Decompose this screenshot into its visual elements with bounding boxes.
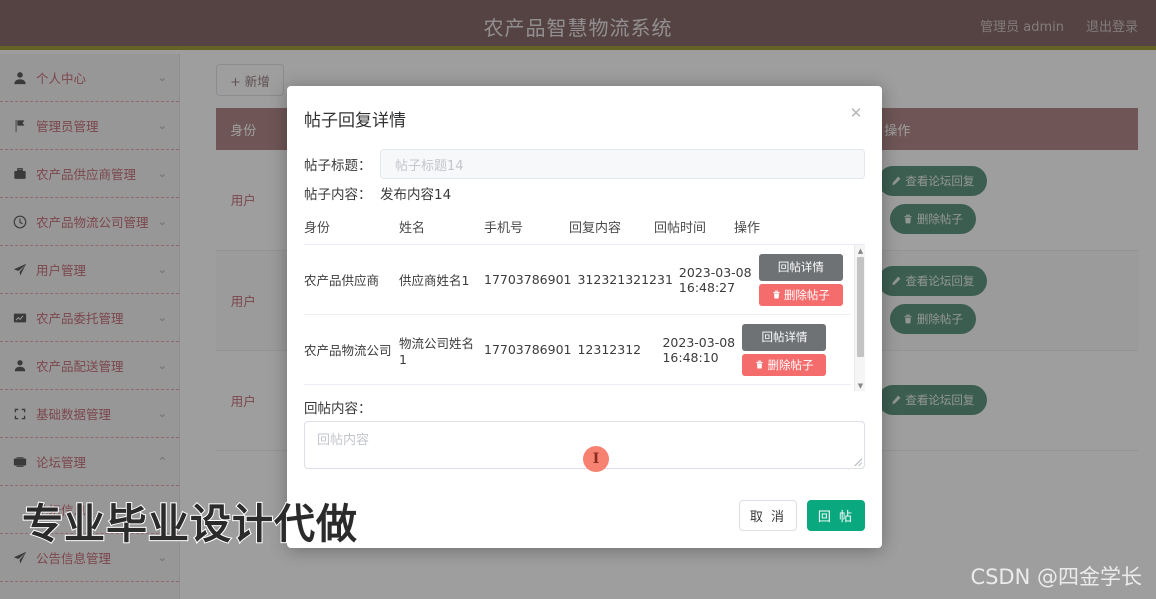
column-header-reply-time: 回帖时间 — [654, 221, 707, 236]
scroll-down-icon[interactable]: ▼ — [855, 380, 865, 391]
column-header-phone: 手机号 — [484, 221, 524, 236]
cell-phone: 17703786901 — [484, 342, 572, 357]
replies-table-header: 身份 姓名 手机号 回复内容 回帖时间 操作 — [304, 209, 865, 245]
reply-detail-button[interactable]: 回帖详情 — [742, 323, 827, 351]
delete-post-label: 删除帖子 — [767, 357, 814, 372]
column-header-identity: 身份 — [304, 221, 331, 236]
column-header-reply-content: 回复内容 — [569, 221, 622, 236]
dialog-title: 帖子回复详情 — [304, 111, 406, 131]
post-title-field-row: 帖子标题： 帖子标题14 — [304, 149, 865, 179]
trash-icon — [773, 290, 780, 299]
reply-content-label: 回帖内容： — [304, 401, 372, 417]
dialog-header: 帖子回复详情 ✕ — [287, 86, 882, 142]
cell-name: 供应商姓名1 — [399, 273, 470, 288]
delete-post-button[interactable]: 删除帖子 — [758, 283, 843, 306]
table-row: 农产品供应商 供应商姓名1 17703786901 312321321231 2… — [304, 245, 851, 315]
dialog-footer: 取 消 回 帖 — [287, 486, 882, 548]
close-icon[interactable]: ✕ — [847, 104, 865, 122]
cell-identity: 农产品物流公司 — [304, 343, 392, 358]
cell-reply-content: 12312312 — [577, 342, 642, 357]
cell-operations: 回帖详情 删除帖子 — [758, 253, 851, 306]
post-content-row: 帖子内容： 发布内容14 — [304, 183, 865, 203]
csdn-watermark: CSDN @四金学长 — [970, 565, 1142, 589]
text-cursor-indicator: I — [583, 446, 609, 472]
cell-reply-time: 2023-03-08 16:48:10 — [662, 334, 736, 365]
dialog-body: 帖子标题： 帖子标题14 帖子内容： 发布内容14 身份 姓名 手机号 回复内容… — [287, 142, 882, 486]
cell-reply-content: 312321321231 — [577, 272, 673, 287]
submit-reply-button[interactable]: 回 帖 — [807, 500, 865, 531]
post-title-input[interactable]: 帖子标题14 — [380, 149, 865, 179]
delete-post-button[interactable]: 删除帖子 — [742, 353, 827, 376]
trash-icon — [756, 360, 764, 369]
post-content-label: 帖子内容： — [304, 187, 372, 203]
cell-operations: 回帖详情 删除帖子 — [742, 323, 851, 376]
replies-table-scroll-area[interactable]: 农产品供应商 供应商姓名1 17703786901 312321321231 2… — [304, 245, 865, 391]
scrollbar-thumb[interactable] — [857, 257, 864, 357]
watermark-text: 专业毕业设计代做 — [21, 499, 358, 549]
cancel-button[interactable]: 取 消 — [739, 500, 797, 531]
cell-identity: 农产品供应商 — [304, 273, 380, 288]
column-header-name: 姓名 — [399, 221, 426, 236]
table-scrollbar[interactable]: ▲ ▼ — [854, 245, 865, 391]
post-content-value: 发布内容14 — [380, 187, 452, 203]
post-reply-detail-dialog: 帖子回复详情 ✕ 帖子标题： 帖子标题14 帖子内容： 发布内容14 身份 姓名… — [287, 86, 882, 548]
cell-reply-time: 2023-03-08 16:48:27 — [678, 264, 752, 295]
resize-handle-icon[interactable] — [854, 458, 862, 466]
reply-detail-button[interactable]: 回帖详情 — [758, 253, 843, 281]
post-title-label: 帖子标题： — [304, 158, 372, 174]
cell-name: 物流公司姓名1 — [399, 335, 475, 367]
delete-post-label: 删除帖子 — [783, 287, 830, 302]
table-row: 农产品物流公司 物流公司姓名1 17703786901 12312312 202… — [304, 315, 851, 385]
table-row: 17703786890 2023-03-08 回帖详情 — [304, 385, 851, 391]
scroll-up-icon[interactable]: ▲ — [855, 245, 865, 256]
column-header-operations: 操作 — [734, 221, 761, 236]
cell-phone: 17703786901 — [484, 272, 572, 287]
replies-table: 身份 姓名 手机号 回复内容 回帖时间 操作 农产品供应商 供应商姓名1 177… — [304, 209, 865, 391]
